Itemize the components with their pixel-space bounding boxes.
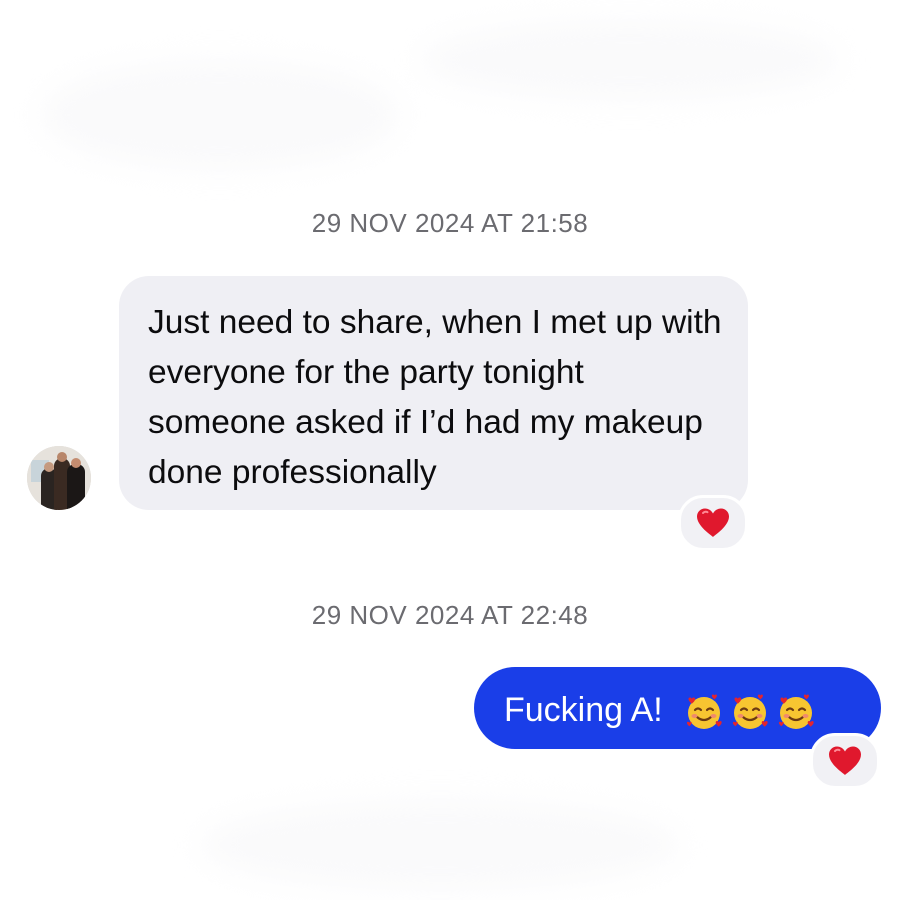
- background-smudge: [420, 20, 840, 100]
- background-smudge: [200, 800, 680, 890]
- smiling-face-with-hearts-icon: [687, 694, 722, 730]
- incoming-message-text: Just need to share, when I met up with e…: [148, 304, 722, 491]
- heart-reaction[interactable]: [678, 495, 748, 551]
- message-timestamp: 29 NOV 2024 AT 22:48: [311, 600, 589, 630]
- message-timestamp: 29 NOV 2024 AT 21:58: [311, 208, 589, 238]
- heart-icon: [697, 508, 729, 537]
- outgoing-message-text: Fucking A!: [504, 691, 663, 730]
- incoming-message-bubble[interactable]: Just need to share, when I met up with e…: [119, 276, 748, 510]
- background-smudge: [40, 60, 400, 170]
- emoji-group: [684, 669, 822, 751]
- sender-avatar[interactable]: [27, 446, 91, 510]
- heart-icon: [829, 746, 861, 775]
- smiling-face-with-hearts-icon: [733, 694, 768, 730]
- smiling-face-with-hearts-icon: [779, 694, 814, 730]
- heart-reaction[interactable]: [810, 733, 880, 789]
- chat-thread: 29 NOV 2024 AT 21:58 Just need to share,…: [0, 0, 900, 900]
